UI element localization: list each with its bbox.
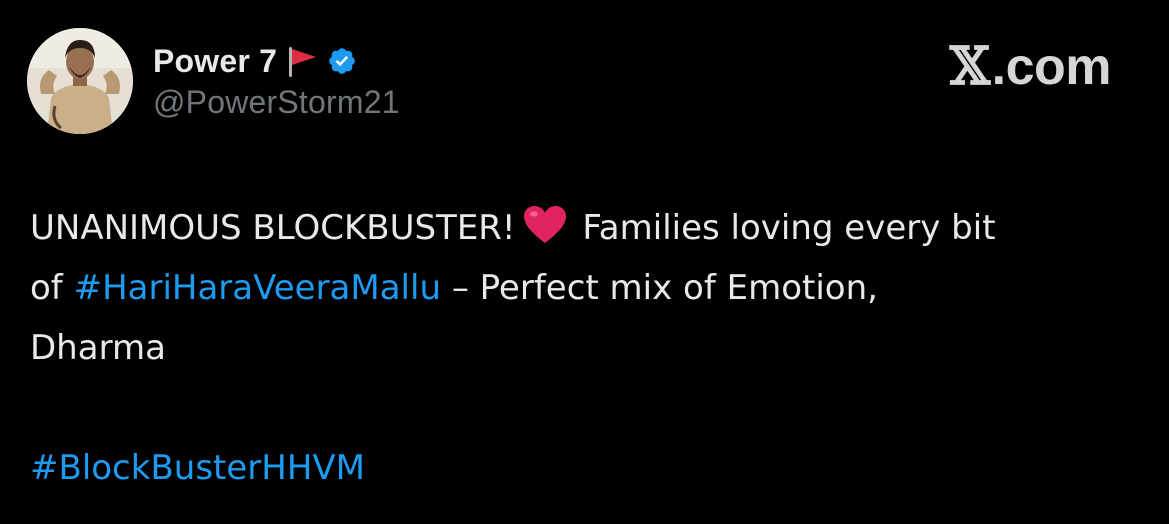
brand-suffix: .com: [991, 37, 1112, 96]
avatar-image: [27, 28, 133, 134]
name-row: Power 7: [153, 40, 400, 82]
tweet-line-1: UNANIMOUS BLOCKBUSTER! Families loving e…: [30, 198, 1150, 258]
hashtag-link-harihara[interactable]: #HariHaraVeeraMallu: [74, 268, 441, 308]
tweet-line-2: of #HariHaraVeeraMallu – Perfect mix of …: [30, 258, 1150, 318]
avatar[interactable]: [27, 28, 133, 134]
red-flag-icon: [283, 43, 319, 79]
author-block: Power 7 @PowerStorm21: [153, 40, 400, 121]
hashtag-link-blockbuster[interactable]: #BlockBusterHHVM: [30, 448, 365, 488]
verified-badge-icon: [327, 46, 357, 76]
display-name[interactable]: Power 7: [153, 43, 277, 80]
tweet-line-5: #BlockBusterHHVM: [30, 438, 1150, 498]
handle[interactable]: @PowerStorm21: [153, 84, 400, 121]
red-heart-icon: [522, 204, 568, 244]
tweet-line1-text: UNANIMOUS BLOCKBUSTER!: [30, 208, 516, 248]
tweet-line-3: Dharma: [30, 328, 166, 368]
tweet-text: UNANIMOUS BLOCKBUSTER! Families loving e…: [30, 198, 1150, 498]
tweet-line1-rest: Families loving every bit: [582, 208, 996, 248]
tweet-line2-prefix: of: [30, 268, 63, 308]
brand-watermark: 𝕏 .com: [949, 36, 1112, 97]
x-logo-icon: 𝕏: [949, 36, 990, 97]
tweet-card: Power 7 @PowerStorm21 𝕏 .com UNANIMOUS BL…: [0, 0, 1169, 524]
tweet-line2-rest: – Perfect mix of Emotion,: [451, 268, 878, 308]
